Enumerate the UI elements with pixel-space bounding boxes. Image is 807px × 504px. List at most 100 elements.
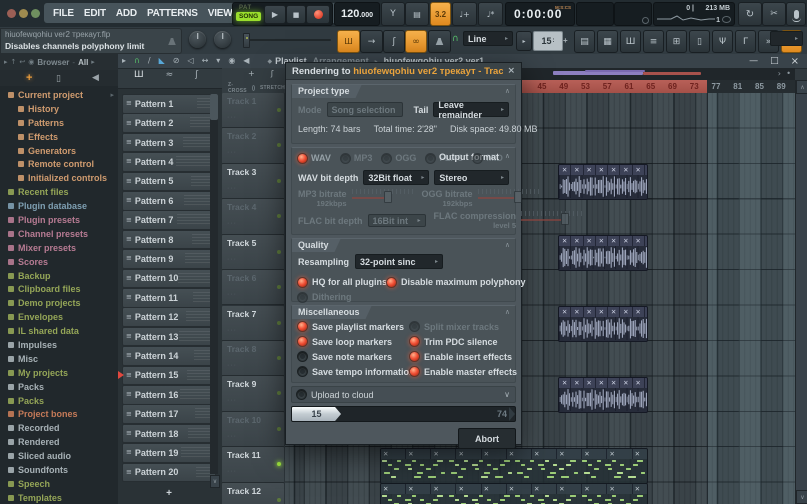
shuffle-slider-handle[interactable] xyxy=(243,33,250,48)
track-header[interactable]: Track 6··· xyxy=(222,270,284,305)
cut-tool-button[interactable]: ✂ xyxy=(762,2,786,26)
browser-item[interactable]: Sliced audio xyxy=(0,449,118,463)
scroll-up-button[interactable]: ∧ xyxy=(796,80,807,94)
tail-selector[interactable]: Leave remainder▸ xyxy=(433,102,509,117)
track-led[interactable] xyxy=(277,108,281,112)
pattern-item[interactable]: ≡Pattern 10 xyxy=(122,269,216,289)
browser-item[interactable]: Backup xyxy=(0,269,118,283)
velocity-stepper[interactable]: 15: xyxy=(533,31,563,51)
browser-item[interactable]: Patterns xyxy=(0,116,118,130)
window-minimize-light[interactable] xyxy=(19,9,28,18)
snap-selector[interactable]: Line▸ xyxy=(463,31,513,46)
track-header[interactable]: Track 12··· xyxy=(222,483,284,504)
format-option-mp3[interactable]: MP3 xyxy=(341,152,373,164)
typing-keyboard-button[interactable]: ▤ xyxy=(405,2,429,26)
snap-magnet-icon[interactable]: ∩ xyxy=(130,57,144,65)
track-led[interactable] xyxy=(277,462,281,466)
checkbox-enable-master-effects[interactable]: Enable master effects xyxy=(410,364,517,379)
shuffle-slider[interactable] xyxy=(243,39,331,41)
note-settings-button[interactable]: ♩* xyxy=(478,2,503,26)
browser-menu-icon[interactable]: ▸ xyxy=(4,58,8,66)
delete-icon[interactable]: ⊘ xyxy=(169,57,184,65)
browser-item[interactable]: Generators xyxy=(0,144,118,158)
playlist-vertical-scrollbar[interactable]: ∧ ∨ xyxy=(795,80,807,504)
miscellaneous-header[interactable]: Miscellaneous xyxy=(292,306,372,319)
render-again-button[interactable]: ↻ xyxy=(738,2,762,26)
browser-item[interactable]: Effects xyxy=(0,130,118,144)
pattern-item[interactable]: ≡Pattern 1 xyxy=(122,94,216,114)
browser-item[interactable]: Impulses xyxy=(0,338,118,352)
song-mode-button[interactable]: SONG xyxy=(236,12,261,21)
checkbox-dithering[interactable]: Dithering xyxy=(292,290,515,304)
pattern-item[interactable]: ≡Pattern 6 xyxy=(122,191,216,211)
browser-item[interactable]: My projects xyxy=(0,366,118,380)
browser-item[interactable]: Remote control xyxy=(0,157,118,171)
pattern-item[interactable]: ≡Pattern 2 xyxy=(122,113,216,133)
menu-item-patterns[interactable]: PATTERNS xyxy=(142,8,203,19)
render-dialog-titlebar[interactable]: Rendering to hiuofewqohiu ver2 трекаут -… xyxy=(286,63,521,80)
pattern-scrollbar-thumb[interactable] xyxy=(210,94,218,120)
stepper-plus-button[interactable]: + xyxy=(563,36,568,45)
mode-selector[interactable]: Song selection xyxy=(327,102,403,117)
chevron-down-icon[interactable]: ∨ xyxy=(504,390,510,399)
mixer-button[interactable]: ≡ xyxy=(643,30,664,53)
playback-icon[interactable]: ◀ xyxy=(239,57,253,65)
pattern-item[interactable]: ≡Pattern 12 xyxy=(122,307,216,327)
track-header[interactable]: Track 4··· xyxy=(222,199,284,234)
audio-clip[interactable]: ✕✕✕✕✕✕✕✕ xyxy=(558,377,648,413)
track-led[interactable] xyxy=(277,498,281,502)
pattern-item[interactable]: ≡Pattern 4 xyxy=(122,152,216,172)
browser-back-icon[interactable]: ↩ xyxy=(19,58,25,66)
resampling-selector[interactable]: 32-point sinc▸ xyxy=(355,254,443,269)
pattern-item[interactable]: ≡Pattern 14 xyxy=(122,346,216,366)
zoom-icon[interactable]: ◉ xyxy=(224,57,239,65)
window-zoom-light[interactable] xyxy=(31,9,40,18)
pattern-item[interactable]: ≡Pattern 18 xyxy=(122,424,216,444)
midi-clip[interactable]: ✕✕✕✕✕✕✕✕✕✕✕✕ xyxy=(380,483,648,504)
pattern-scrollbar[interactable] xyxy=(210,94,218,474)
shop-selector[interactable]: ▸ xyxy=(770,31,803,46)
wav-bit-depth-selector[interactable]: 32Bit float▸ xyxy=(363,170,429,185)
browser-item[interactable]: Speech xyxy=(0,477,118,491)
project-type-header[interactable]: Project type xyxy=(292,85,362,98)
touch-controller-button[interactable]: Γ xyxy=(735,30,756,53)
browser-item[interactable]: Plugin presets xyxy=(0,213,118,227)
project-info-button[interactable]: ▯ xyxy=(689,30,710,53)
track-led[interactable] xyxy=(277,250,281,254)
quality-header[interactable]: Quality xyxy=(292,239,341,252)
channel-rack-toggle[interactable]: Ш xyxy=(337,30,360,53)
slip-icon[interactable]: ↔ xyxy=(198,57,213,65)
pattern-item[interactable]: ≡Pattern 8 xyxy=(122,230,216,250)
checkbox-hq-for-all-plugins[interactable]: HQ for all plugins xyxy=(298,274,387,290)
mic-button[interactable] xyxy=(786,2,806,26)
channels-selector[interactable]: Stereo▸ xyxy=(434,170,509,185)
track-led[interactable] xyxy=(277,285,281,289)
browser-item[interactable]: Soundfonts xyxy=(0,463,118,477)
checkbox-save-tempo-information[interactable]: Save tempo information xyxy=(298,364,410,379)
checkbox-disable-maximum-polyphony[interactable]: Disable maximum polyphony xyxy=(387,274,526,290)
plugin-picker-button[interactable]: Ψ xyxy=(712,30,733,53)
track-led[interactable] xyxy=(277,179,281,183)
browser-item[interactable]: Clipboard files xyxy=(0,282,118,296)
pattern-item[interactable]: ≡Pattern 20 xyxy=(122,463,216,483)
browser-item[interactable]: Project bones xyxy=(0,407,118,421)
pattern-item[interactable]: ≡Pattern 19 xyxy=(122,443,216,463)
browser-item[interactable]: Recorded xyxy=(0,421,118,435)
browser-item[interactable]: Packs xyxy=(0,380,118,394)
browser-item[interactable]: Plugin database xyxy=(0,199,118,213)
overview-dot-icon[interactable]: • xyxy=(786,69,791,78)
audio-clip[interactable]: ✕✕✕✕✕✕✕✕ xyxy=(558,164,648,200)
record-button[interactable] xyxy=(306,5,330,24)
pattern-item[interactable]: ≡Pattern 11 xyxy=(122,288,216,308)
collapse-icon[interactable]: ∧ xyxy=(505,87,510,95)
audio-clip[interactable]: ✕✕✕✕✕✕✕✕ xyxy=(558,306,648,342)
track-led[interactable] xyxy=(277,143,281,147)
browser-item[interactable]: Mixer presets xyxy=(0,241,118,255)
add-tab-icon[interactable]: + xyxy=(26,72,32,84)
browser-toggle-button[interactable]: ⊞ xyxy=(666,30,687,53)
mp3-bitrate-slider[interactable] xyxy=(352,189,414,202)
track-header[interactable]: Track 3··· xyxy=(222,164,284,199)
track-header[interactable]: Track 5··· xyxy=(222,235,284,270)
playlist-button[interactable]: ▤ xyxy=(574,30,595,53)
browser-item[interactable]: Current project▸ xyxy=(0,88,118,102)
